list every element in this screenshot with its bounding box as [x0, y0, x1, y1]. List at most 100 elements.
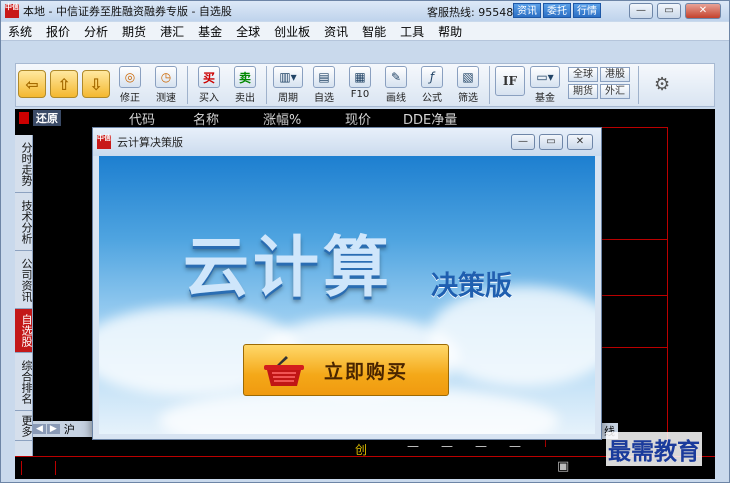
- trade-header-button[interactable]: 委托: [543, 3, 571, 18]
- futures-button[interactable]: 期货: [568, 84, 598, 99]
- dialog-minimize-button[interactable]: —: [511, 134, 535, 150]
- menu-news[interactable]: 资讯: [317, 23, 355, 40]
- news-header-button[interactable]: 资讯: [513, 3, 541, 18]
- side-tabs: 分时走势 技术分析 公司资讯 自选股 综合排名 更多: [15, 135, 33, 465]
- shopping-basket-icon: [264, 356, 304, 386]
- side-tab-watchlist[interactable]: 自选股: [15, 309, 33, 353]
- watchlist-label: 自选: [314, 93, 334, 104]
- period-label: 周期: [278, 93, 298, 104]
- dialog-maximize-button[interactable]: ▭: [539, 134, 563, 150]
- col-name[interactable]: 名称: [193, 109, 219, 128]
- up-arrow-icon[interactable]: ⇧: [50, 70, 78, 98]
- menu-system[interactable]: 系统: [1, 23, 39, 40]
- grid-line: [667, 127, 668, 447]
- bottom-tab-sh[interactable]: 沪: [64, 421, 75, 437]
- side-tab-technical[interactable]: 技术分析: [15, 193, 33, 251]
- col-code[interactable]: 代码: [129, 109, 155, 128]
- toolbar-divider: [266, 66, 267, 104]
- bottom-dashes: ————: [407, 439, 543, 453]
- index-futures-icon: IF: [495, 66, 525, 96]
- side-tab-intraday[interactable]: 分时走势: [15, 135, 33, 193]
- global-button[interactable]: 全球: [568, 67, 598, 82]
- app-logo-icon: 中信: [5, 4, 19, 18]
- sell-label: 卖出: [235, 93, 255, 104]
- index-futures-button[interactable]: IF: [493, 66, 527, 96]
- fund-icon: ▭▾: [530, 66, 560, 88]
- buy-now-button[interactable]: 立即购买: [243, 344, 449, 396]
- formula-label: 公式: [422, 93, 442, 104]
- col-price[interactable]: 现价: [345, 109, 371, 128]
- buy-label: 买入: [199, 93, 219, 104]
- watchlist-button[interactable]: ▤ 自选: [306, 66, 342, 104]
- draw-line-label: 画线: [386, 93, 406, 104]
- edition-title: 决策版: [431, 271, 512, 302]
- status-divider: [21, 461, 22, 475]
- period-icon: ▥▾: [273, 66, 303, 88]
- buy-icon: 买: [198, 66, 220, 88]
- side-tab-company-news[interactable]: 公司资讯: [15, 251, 33, 309]
- menu-quotes[interactable]: 报价: [39, 23, 77, 40]
- menu-tools[interactable]: 工具: [393, 23, 431, 40]
- menu-futures[interactable]: 期货: [115, 23, 153, 40]
- menu-hk-fx[interactable]: 港汇: [153, 23, 191, 40]
- speed-test-button[interactable]: ◷ 测速: [148, 66, 184, 104]
- fund-button[interactable]: ▭▾ 基金: [527, 66, 563, 104]
- menu-analysis[interactable]: 分析: [77, 23, 115, 40]
- f10-button[interactable]: ▦ F10: [342, 66, 378, 100]
- minimize-button[interactable]: —: [629, 3, 653, 19]
- draw-line-icon: ✎: [385, 66, 407, 88]
- filter-button[interactable]: ▧ 筛选: [450, 66, 486, 104]
- f10-icon: ▦: [349, 66, 371, 88]
- cloud-computing-dialog: 中信 云计算决策版 — ▭ ✕ 云计算 决策版 立即购买: [92, 127, 602, 440]
- hk-stock-button[interactable]: 港股: [600, 67, 630, 82]
- settings-gear-icon[interactable]: ⚙: [654, 74, 670, 95]
- status-monitor-icon[interactable]: ▣: [557, 459, 569, 474]
- speed-test-icon: ◷: [155, 66, 177, 88]
- formula-button[interactable]: ƒ 公式: [414, 66, 450, 104]
- menu-bar: 系统 报价 分析 期货 港汇 基金 全球 创业板 资讯 智能 工具 帮助: [1, 22, 729, 41]
- watermark-text: 最需教育: [606, 432, 702, 466]
- brand-title: 云计算: [183, 229, 393, 306]
- scroll-right-icon[interactable]: ▶: [46, 424, 60, 434]
- revise-icon: ◎: [119, 66, 141, 88]
- dialog-title: 云计算决策版: [117, 136, 183, 149]
- dialog-title-bar: 中信 云计算决策版 — ▭ ✕: [93, 128, 601, 156]
- watchlist-icon: ▤: [313, 66, 335, 88]
- menu-gem[interactable]: 创业板: [267, 23, 317, 40]
- col-change-pct[interactable]: 涨幅%: [263, 109, 301, 128]
- restore-icon: [19, 112, 29, 124]
- sell-button[interactable]: 卖卖出: [227, 66, 263, 104]
- window-title: 本地 - 中信证券至胜融资融券专版 - 自选股: [23, 5, 232, 18]
- formula-icon: ƒ: [421, 66, 443, 88]
- side-tab-more[interactable]: 更多: [15, 411, 33, 441]
- maximize-button[interactable]: ▭: [657, 3, 681, 19]
- menu-global[interactable]: 全球: [229, 23, 267, 40]
- revise-button[interactable]: ◎ 修正: [112, 66, 148, 104]
- market-header-button[interactable]: 行情: [573, 3, 601, 18]
- col-dde[interactable]: DDE净量: [403, 109, 457, 128]
- toolbar-divider: [638, 66, 639, 104]
- back-arrow-icon[interactable]: ⇦: [18, 70, 46, 98]
- menu-fund[interactable]: 基金: [191, 23, 229, 40]
- filter-label: 筛选: [458, 93, 478, 104]
- buy-now-label: 立即购买: [323, 360, 408, 383]
- menu-help[interactable]: 帮助: [431, 23, 469, 40]
- toolbar-divider: [187, 66, 188, 104]
- bottom-tab-strip: ◀ ▶ 沪: [33, 421, 93, 437]
- sell-icon: 卖: [234, 66, 256, 88]
- menu-smart[interactable]: 智能: [355, 23, 393, 40]
- period-button[interactable]: ▥▾ 周期: [270, 66, 306, 104]
- down-arrow-icon[interactable]: ⇩: [82, 70, 110, 98]
- scroll-left-icon[interactable]: ◀: [33, 424, 46, 434]
- side-tab-ranking[interactable]: 综合排名: [15, 353, 33, 411]
- dialog-banner: 云计算 决策版 立即购买: [99, 156, 595, 434]
- close-button[interactable]: ✕: [685, 3, 721, 19]
- buy-button[interactable]: 买买入: [191, 66, 227, 104]
- toolbar: ⇦ ⇧ ⇩ ◎ 修正 ◷ 测速 买买入 卖卖出 ▥▾ 周期 ▤ 自选 ▦ F10 ✎ 画线 …: [15, 63, 715, 107]
- market-switch-group: 全球 港股 期货 外汇: [567, 66, 635, 100]
- draw-line-button[interactable]: ✎ 画线: [378, 66, 414, 104]
- dialog-close-button[interactable]: ✕: [567, 134, 593, 150]
- forex-button[interactable]: 外汇: [600, 84, 630, 99]
- filter-icon: ▧: [457, 66, 479, 88]
- dialog-logo-icon: 中信: [97, 135, 111, 149]
